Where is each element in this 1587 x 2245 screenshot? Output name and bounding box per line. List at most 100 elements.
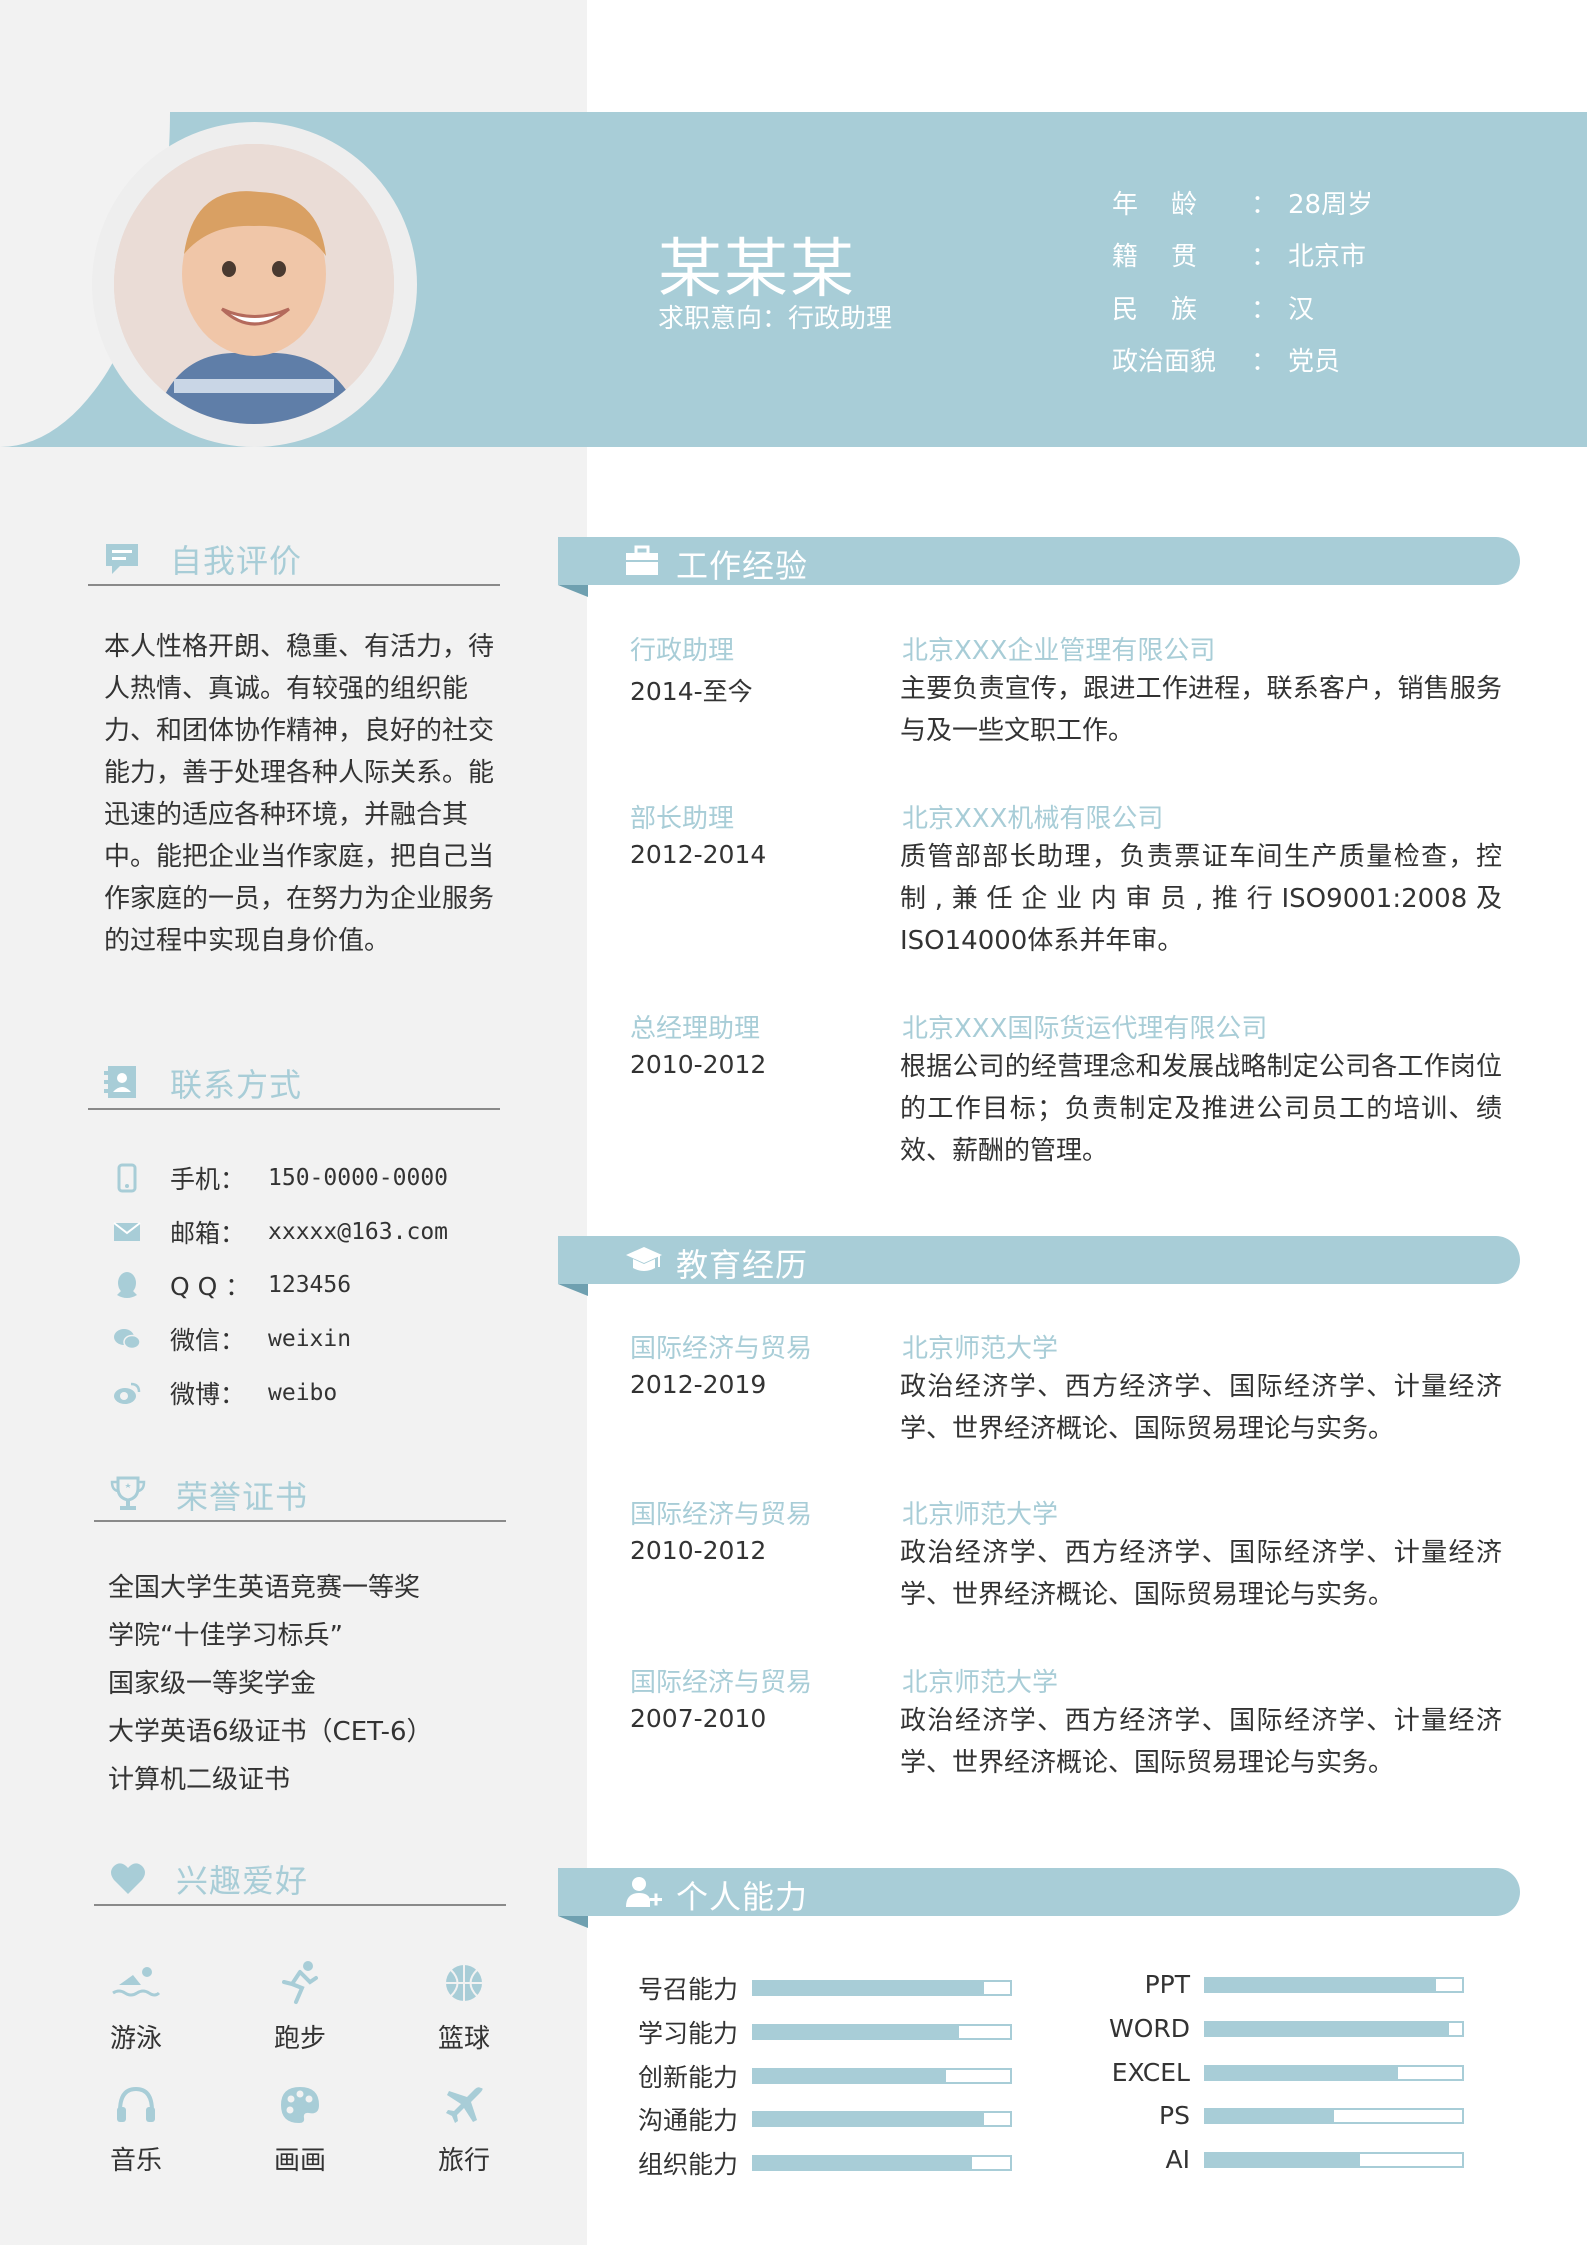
skill-level-fill: [754, 1982, 985, 1994]
skill-label: WORD: [1108, 2014, 1190, 2043]
work-role: 总经理助理: [630, 1014, 761, 1044]
work-section-header: 工作经验: [558, 537, 1520, 597]
education-major: 国际经济与贸易: [630, 1668, 813, 1698]
ribbon-fold: [558, 585, 588, 597]
contact-label: 微博：: [170, 1380, 246, 1409]
info-row-political: 政治面貌 ： 党员: [1112, 341, 1340, 378]
education-section-header: 教育经历: [558, 1236, 1520, 1296]
info-colon: ：: [1250, 295, 1277, 325]
honors-title: 荣誉证书: [176, 1478, 309, 1516]
self-eval-title: 自我评价: [170, 542, 303, 580]
honors-heading: 荣誉证书: [94, 1470, 506, 1522]
skills-title: 个人能力: [676, 1878, 809, 1916]
skill-level-bar: [1204, 2064, 1464, 2081]
contact-card-icon: [104, 1066, 136, 1098]
skill-level-bar: [1204, 2151, 1464, 2168]
education-major: 国际经济与贸易: [630, 1334, 813, 1364]
work-company: 北京XXX机械有限公司: [902, 804, 1164, 834]
honor-item: 全国大学生英语竞赛一等奖: [108, 1573, 421, 1603]
qq-icon: [112, 1270, 142, 1300]
info-value: 汉: [1288, 295, 1315, 325]
hobby-travel: 旅行: [404, 2080, 524, 2177]
info-value: 28周岁: [1288, 190, 1374, 220]
avatar: [114, 144, 394, 424]
hobby-label: 跑步: [273, 2024, 326, 2054]
skill-label: PPT: [1144, 1970, 1190, 1999]
info-value: 党员: [1288, 347, 1341, 377]
education-date: 2010-2012: [630, 1536, 767, 1565]
info-value: 北京市: [1288, 242, 1367, 272]
work-date: 2012-2014: [630, 840, 767, 869]
honor-item: 国家级一等奖学金: [108, 1669, 317, 1699]
skill-level-fill: [1206, 2109, 1334, 2122]
basketball-icon: [404, 1958, 524, 2008]
contact-qq: Q Q ： 123456: [112, 1267, 351, 1303]
honor-item: 学院“十佳学习标兵”: [108, 1621, 343, 1651]
skill-level-bar: [752, 2068, 1012, 2084]
skill-level-bar: [1204, 1976, 1464, 1993]
skill-level-bar: [752, 2024, 1012, 2040]
hobby-basketball: 篮球: [404, 1958, 524, 2055]
headphones-icon: [76, 2080, 196, 2130]
self-eval-heading: 自我评价: [88, 534, 500, 586]
info-label: 籍 贯: [1112, 242, 1198, 272]
skill-level-bar: [752, 2111, 1012, 2127]
skill-row: EXCEL: [1090, 2058, 1464, 2087]
education-title: 教育经历: [676, 1246, 809, 1284]
contact-heading: 联系方式: [88, 1058, 500, 1110]
skill-label: EXCEL: [1111, 2058, 1190, 2087]
ribbon-fold: [558, 1916, 588, 1928]
skill-label: 学习能力: [637, 2019, 738, 2048]
skill-label: 创新能力: [637, 2063, 738, 2092]
skill-level-bar: [1204, 2107, 1464, 2124]
candidate-name: 某某某: [658, 233, 856, 307]
work-company: 北京XXX国际货运代理有限公司: [902, 1014, 1268, 1044]
work-title: 工作经验: [676, 547, 809, 585]
work-description: 主要负责宣传，跟进工作进程，联系客户，销售服务与及一些文职工作。: [900, 674, 1502, 746]
skill-level-fill: [1206, 2153, 1360, 2166]
skill-level-fill: [754, 2026, 959, 2038]
info-label: 政治面貌: [1112, 347, 1217, 377]
info-colon: ：: [1250, 347, 1277, 377]
mail-icon: [112, 1217, 142, 1247]
contact-phone: 手机： 150-0000-0000: [112, 1160, 448, 1196]
hobby-label: 音乐: [109, 2146, 162, 2176]
skill-row: PPT: [1090, 1970, 1464, 1999]
skill-label: 组织能力: [637, 2150, 738, 2179]
education-courses: 政治经济学、西方经济学、国际经济学、计量经济学、世界经济概论、国际贸易理论与实务…: [900, 1706, 1502, 1778]
skill-level-fill: [754, 2157, 972, 2169]
skill-level-fill: [1206, 1978, 1437, 1991]
self-eval-text: 本人性格开朗、稳重、有活力，待人热情、真诚。有较强的组织能力、和团体协作精神，良…: [104, 632, 495, 956]
info-label: 民 族: [1112, 295, 1198, 325]
education-date: 2012-2019: [630, 1370, 767, 1399]
skill-label: 沟通能力: [637, 2106, 738, 2135]
hobby-label: 旅行: [437, 2146, 490, 2176]
skill-level-fill: [754, 2070, 946, 2082]
hobby-painting: 画画: [240, 2080, 360, 2177]
skill-row: WORD: [1090, 2014, 1464, 2043]
contact-label: Q Q ：: [170, 1272, 251, 1301]
work-description: 根据公司的经营理念和发展战略制定公司各工作岗位的工作目标；负责制定及推进公司员工…: [900, 1052, 1502, 1166]
honor-item: 计算机二级证书: [108, 1765, 291, 1795]
contact-title: 联系方式: [170, 1066, 303, 1104]
briefcase-icon: [626, 545, 658, 575]
hobby-label: 画画: [273, 2146, 326, 2176]
work-role: 部长助理: [630, 804, 735, 834]
info-colon: ：: [1250, 242, 1277, 272]
skill-level-fill: [754, 2113, 985, 2125]
contact-label: 微信：: [170, 1326, 246, 1355]
contact-weibo: 微博： weibo: [112, 1375, 337, 1411]
education-date: 2007-2010: [630, 1704, 767, 1733]
info-row-ethnicity: 民 族 ： 汉: [1112, 289, 1314, 326]
hobby-label: 篮球: [437, 2024, 490, 2054]
weibo-icon: [112, 1378, 142, 1408]
skill-row: 沟通能力: [630, 2101, 1012, 2137]
airplane-icon: [404, 2080, 524, 2130]
skill-label: PS: [1159, 2101, 1190, 2130]
work-date: 2010-2012: [630, 1050, 767, 1079]
skill-row: 组织能力: [630, 2145, 1012, 2181]
hobby-label: 游泳: [109, 2024, 162, 2054]
running-icon: [240, 1958, 360, 2008]
hobby-swimming: 游泳: [76, 1958, 196, 2055]
contact-value: 123456: [268, 1272, 352, 1298]
